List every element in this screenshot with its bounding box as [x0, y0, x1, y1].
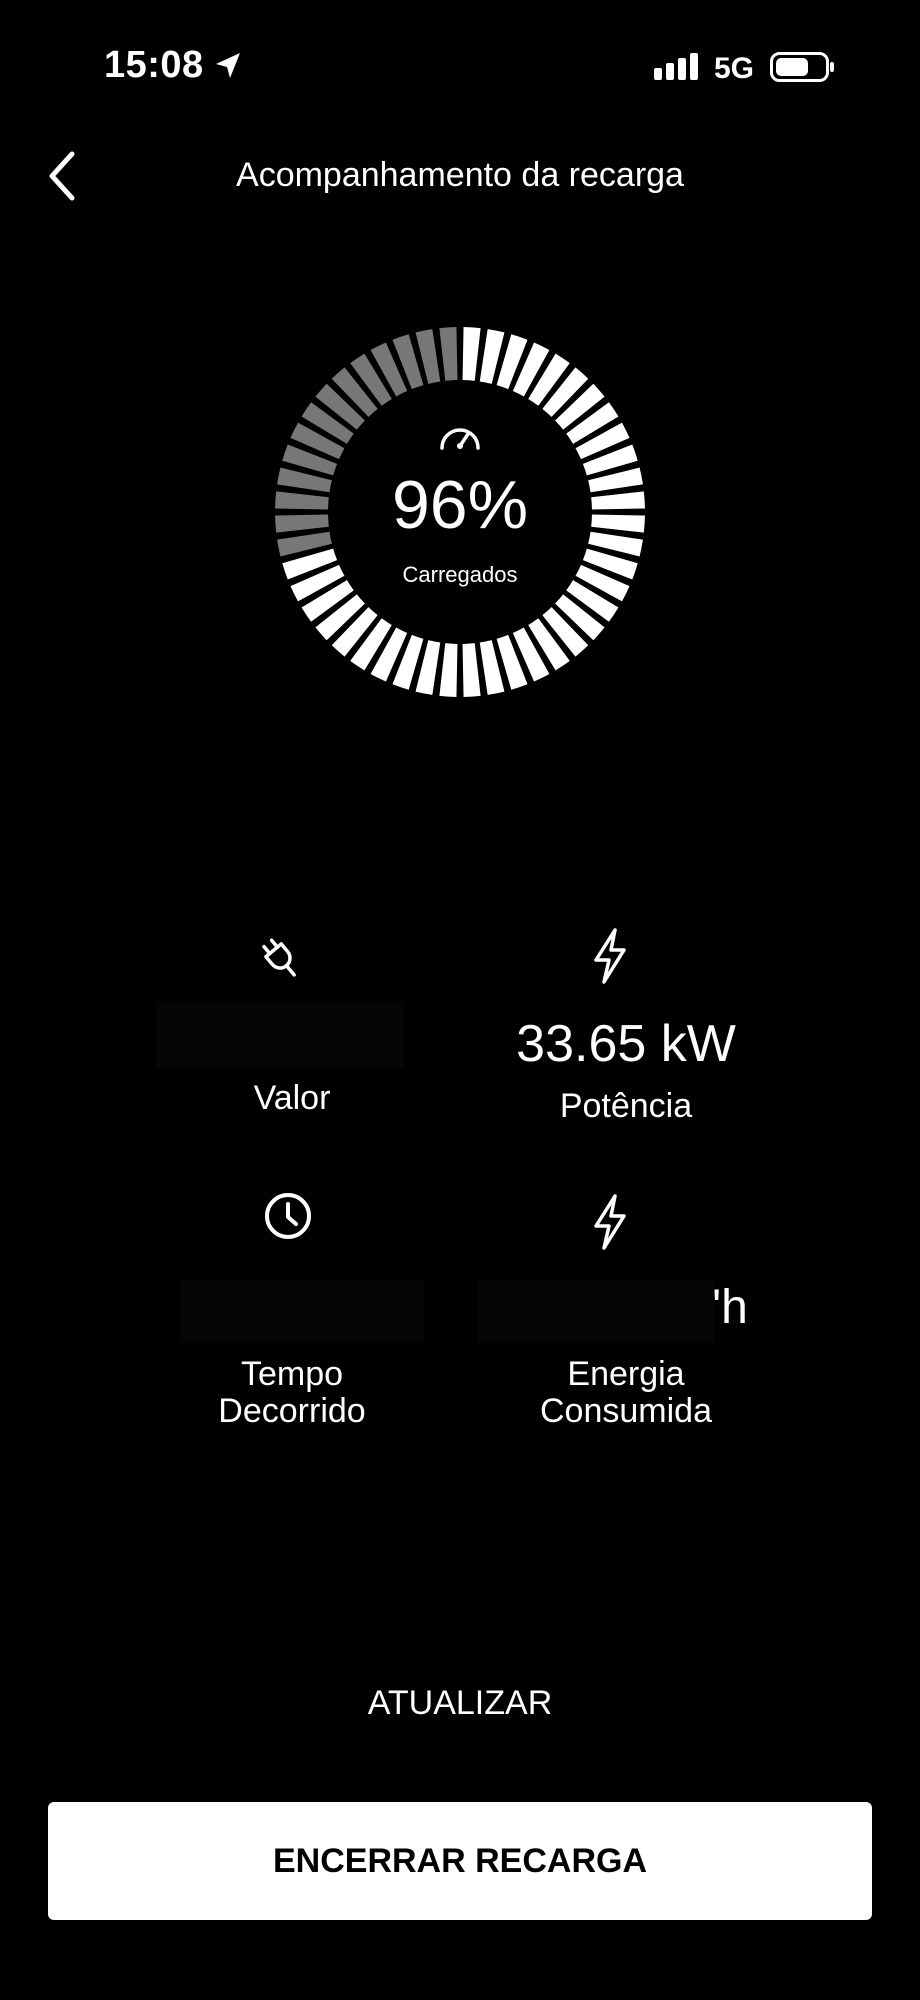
energia-label: Energia Consumida — [466, 1356, 786, 1430]
charge-percent: 96% — [391, 467, 529, 543]
page-title: Acompanhamento da recarga — [236, 156, 684, 194]
valor-value-redacted — [156, 1002, 404, 1068]
tempo-label-line1: Tempo — [240, 1355, 344, 1393]
valor-label: Valor — [253, 1079, 331, 1117]
energia-label-line2: Consumida — [540, 1392, 712, 1430]
update-button[interactable]: ATUALIZAR — [0, 1684, 920, 1723]
battery-icon — [770, 52, 834, 82]
ring-segment — [439, 643, 458, 697]
energia-value-redacted — [478, 1280, 714, 1342]
ring-segment — [462, 327, 481, 381]
potencia-label: Potência — [559, 1087, 693, 1125]
end-charge-button[interactable]: ENCERRAR RECARGA — [48, 1802, 872, 1920]
location-arrow-icon — [216, 53, 240, 78]
bolt-icon — [594, 1194, 626, 1250]
energia-label-line1: Energia — [567, 1355, 685, 1393]
potencia-value: 33.65 kW — [516, 1015, 736, 1073]
plug-icon — [262, 938, 296, 977]
tempo-label-line2: Decorrido — [218, 1392, 366, 1430]
signal-icon — [654, 53, 698, 80]
ring-segment — [462, 643, 481, 697]
clock-icon — [265, 1193, 311, 1239]
status-time: 15:08 — [104, 44, 204, 86]
network-label: 5G — [714, 52, 755, 85]
ring-segment — [439, 327, 458, 381]
bolt-icon — [594, 928, 626, 984]
tempo-value-redacted — [180, 1280, 424, 1342]
charge-label: Carregados — [402, 562, 518, 587]
speedometer-icon — [440, 428, 480, 450]
end-charge-label: ENCERRAR RECARGA — [272, 1841, 648, 1880]
tempo-label: Tempo Decorrido — [172, 1356, 412, 1430]
energia-value-visible: 'h — [712, 1281, 748, 1334]
